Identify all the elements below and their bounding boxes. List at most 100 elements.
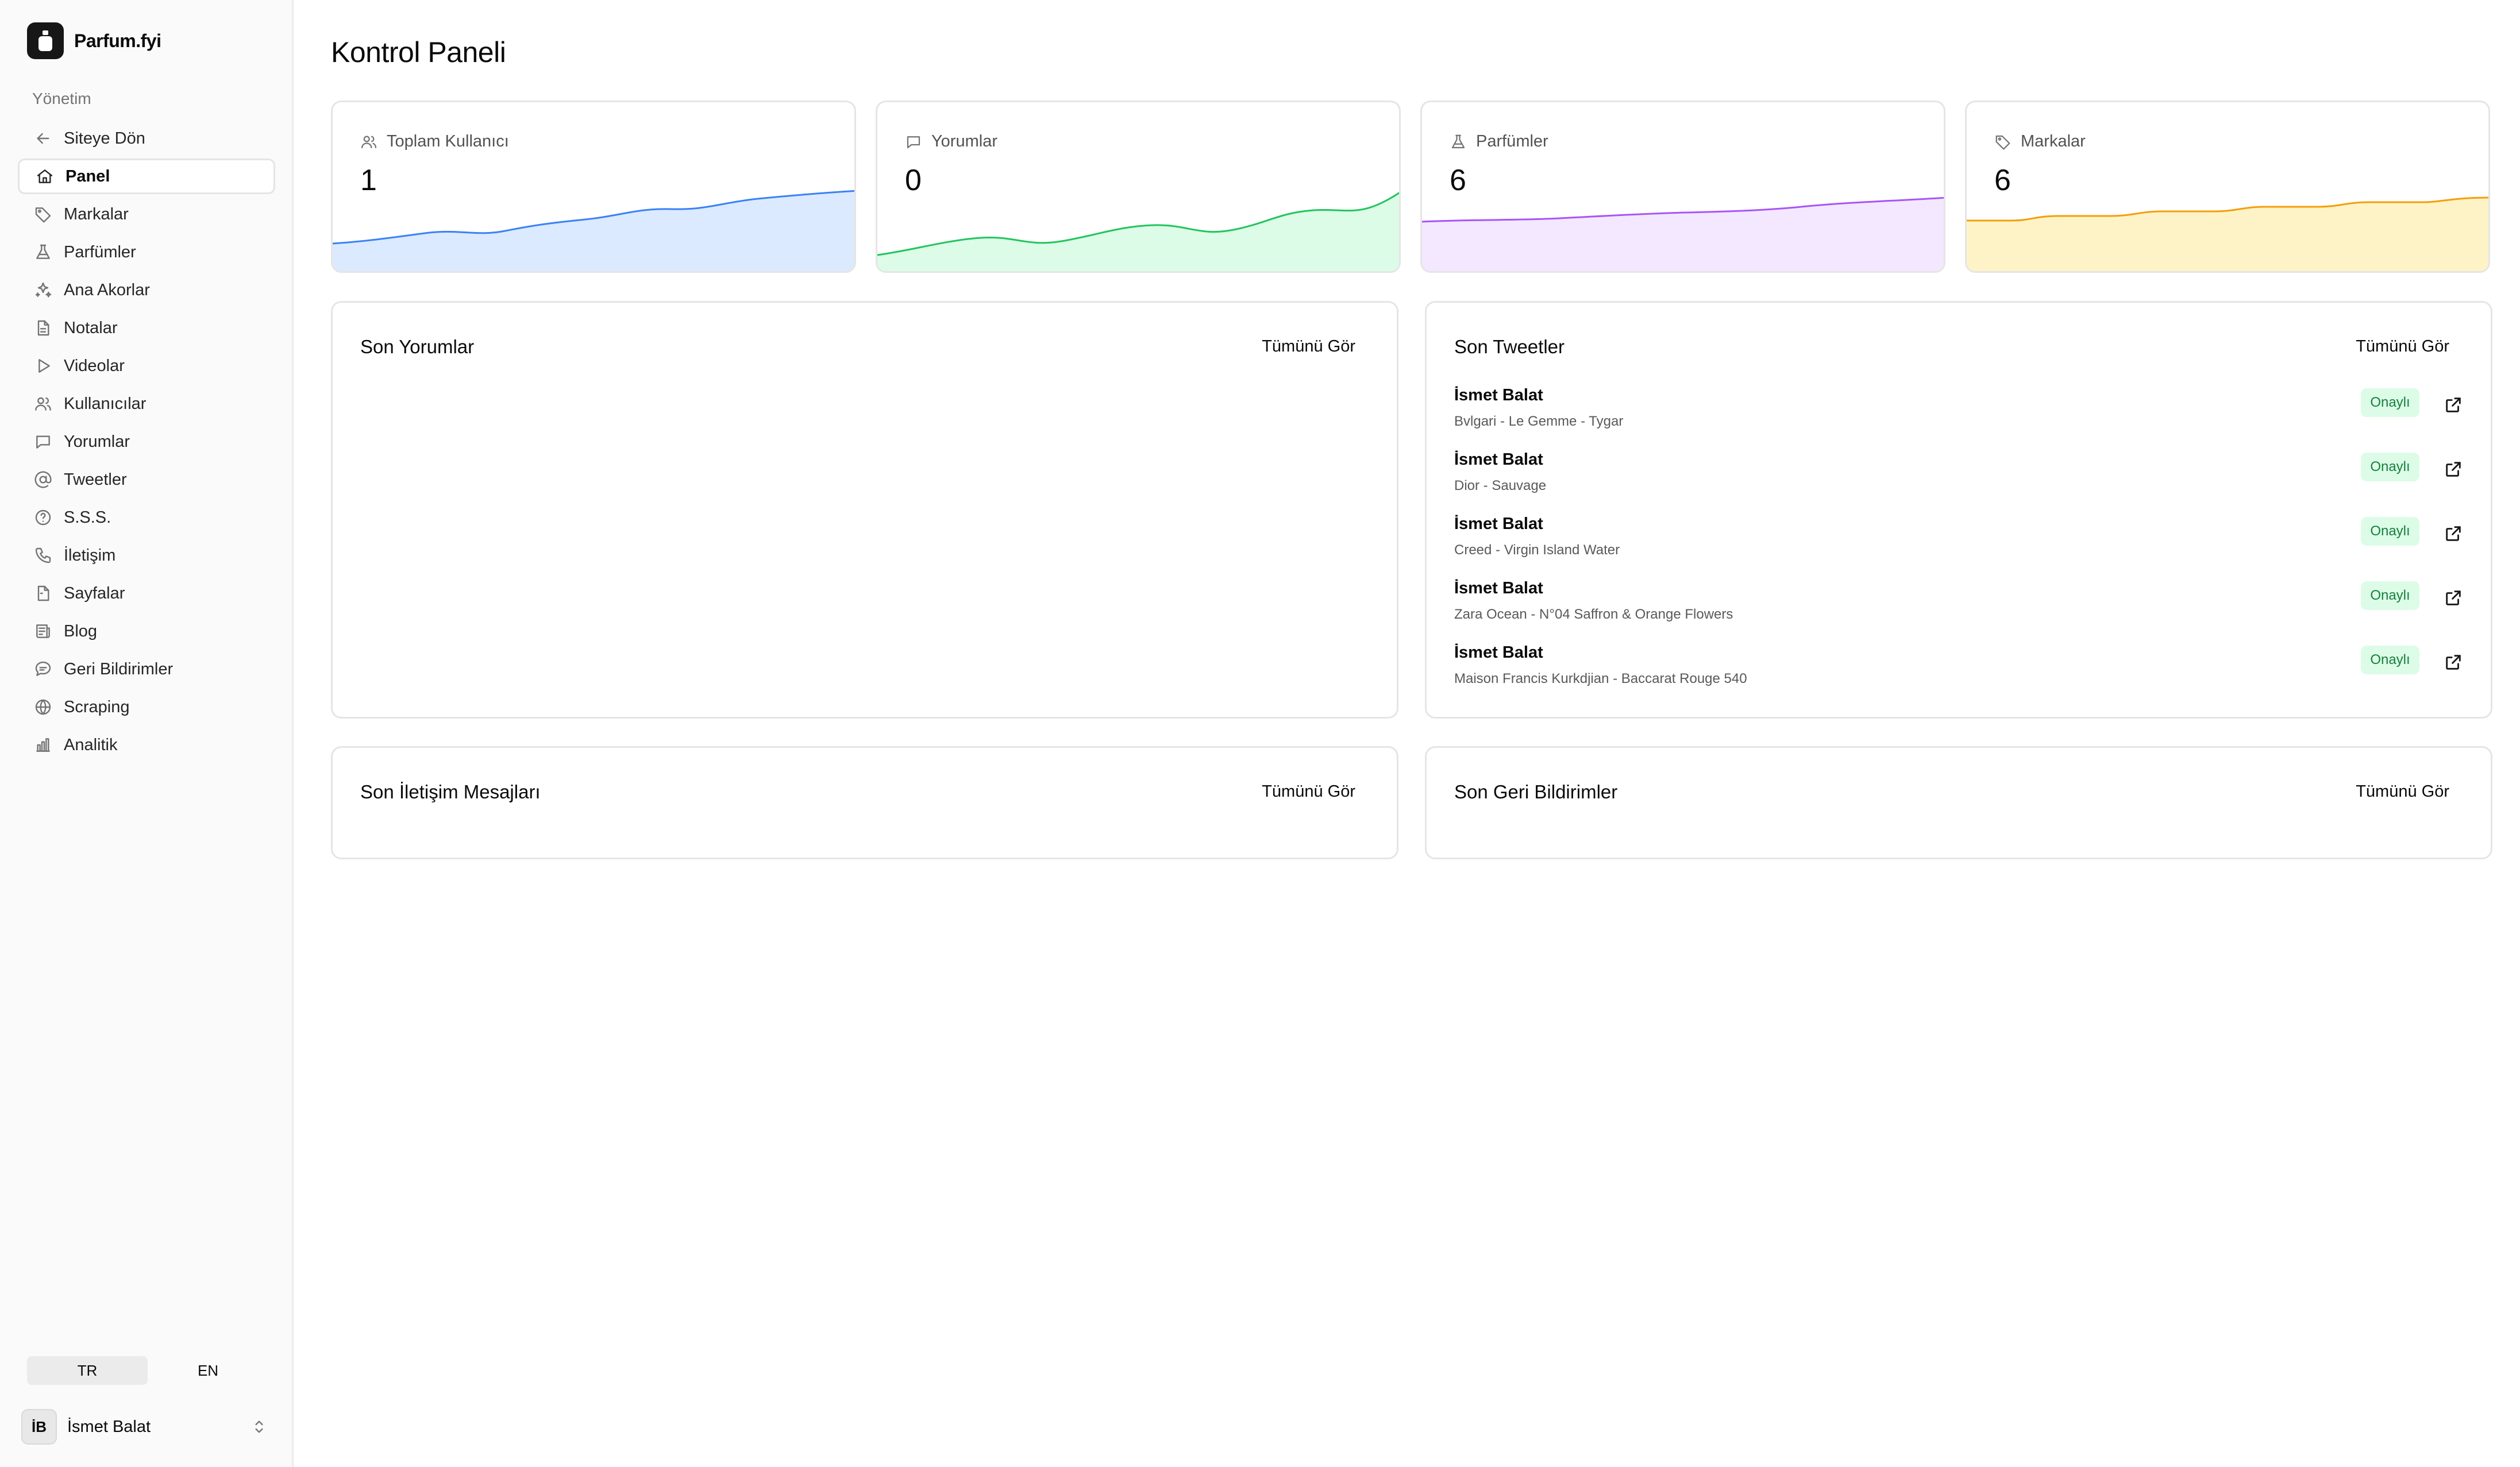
sidebar-item-label: İletişim [64,546,116,565]
view-all-feedback-link[interactable]: Tümünü Gör [2356,782,2449,801]
stat-label: Markalar [2021,132,2086,150]
panel-title: Son Geri Bildirimler [1454,781,1618,802]
app: Parfum.fyi Yönetim Siteye Dön Panel Mark… [0,0,2520,1467]
sidebar-item-label: Geri Bildirimler [64,659,174,678]
sidebar-item-main-accords[interactable]: Ana Akorlar [18,272,275,308]
sidebar-item-scraping[interactable]: Scraping [18,689,275,725]
play-icon [38,359,50,373]
tweet-author: İsmet Balat [1454,579,1543,597]
view-all-contacts-link[interactable]: Tümünü Gör [1262,782,1355,801]
recent-contacts-panel: Son İletişim Mesajları Tümünü Gör [331,746,1398,859]
status-badge: Onaylı [2361,453,2419,481]
sidebar-item-label: Blog [64,621,98,640]
language-switcher: TR EN [27,1356,268,1385]
chat-icon [36,435,50,449]
sidebar-item-panel[interactable]: Panel [18,159,275,194]
section-label: Yönetim [32,90,91,107]
sidebar-item-pages[interactable]: Sayfalar [18,576,275,611]
sidebar-item-perfumes[interactable]: Parfümler [18,234,275,270]
status-badge: Onaylı [2361,646,2419,674]
external-link-icon[interactable] [2444,395,2463,415]
phone-icon [35,547,51,563]
sidebar-item-label: S.S.S. [64,508,111,527]
stat-label: Toplam Kullanıcı [387,132,509,150]
sidebar-item-label: Panel [65,167,110,186]
sparkline-chart [877,192,1399,271]
tweet-author: İsmet Balat [1454,386,1543,404]
sidebar-item-faq[interactable]: S.S.S. [18,500,275,535]
external-link-icon[interactable] [2444,460,2463,479]
chevrons-up-down-icon [255,1420,263,1433]
perfume-bottle-icon [27,22,64,59]
panel-title: Son İletişim Mesajları [360,781,541,802]
sidebar-item-back[interactable]: Siteye Dön [18,121,275,156]
sidebar-item-label: Kullanıcılar [64,394,147,413]
sparkline-chart [1967,196,2488,271]
tweet-subtitle: Dior - Sauvage [1454,478,1547,493]
globe-icon [35,699,51,715]
bar-chart-icon [36,738,50,752]
tweet-subtitle: Maison Francis Kurkdjian - Baccarat Roug… [1454,671,1747,686]
tag-icon [35,207,51,223]
list-item: İsmet Balat Zara Ocean - N°04 Saffron & … [1454,579,2465,642]
home-icon [37,169,53,183]
sidebar-item-label: Sayfalar [64,584,125,603]
recent-comments-panel: Son Yorumlar Tümünü Gör [331,301,1398,719]
sidebar-item-blog[interactable]: Blog [18,613,275,649]
external-link-icon[interactable] [2444,653,2463,672]
sidebar-item-label: Markalar [64,204,129,223]
lang-en-button[interactable]: EN [148,1356,268,1385]
sidebar-item-analytics[interactable]: Analitik [18,727,275,763]
newspaper-icon [36,624,50,638]
recent-tweets-panel: Son Tweetler Tümünü Gör İsmet Balat Bvlg… [1425,301,2492,719]
help-icon [35,509,51,526]
stat-label: Parfümler [1476,132,1548,150]
sidebar-item-users[interactable]: Kullanıcılar [18,386,275,422]
sidebar-item-brands[interactable]: Markalar [18,196,275,232]
message-icon [35,661,51,676]
list-item: İsmet Balat Maison Francis Kurkdjian - B… [1454,643,2465,707]
tweet-subtitle: Bvlgari - Le Gemme - Tygar [1454,414,1624,429]
list-item: İsmet Balat Creed - Virgin Island Water … [1454,515,2465,578]
brand[interactable]: Parfum.fyi [27,22,161,59]
arrow-left-icon [37,133,49,144]
main-content: Kontrol Paneli Toplam Kullanıcı 1 Yoruml… [294,0,2520,1467]
external-link-icon[interactable] [2444,524,2463,543]
sparkline-chart [1422,196,1944,271]
file-icon [37,585,49,601]
sidebar-item-label: Yorumlar [64,432,130,451]
status-badge: Onaylı [2361,388,2419,417]
users-icon [35,397,51,411]
tweet-subtitle: Creed - Virgin Island Water [1454,542,1620,558]
tag-icon [1995,135,2010,150]
view-all-comments-link[interactable]: Tümünü Gör [1262,337,1355,356]
users-icon [361,136,376,148]
sparkles-icon [35,282,52,298]
user-menu[interactable]: İB İsmet Balat [21,1408,268,1446]
sidebar-item-contact[interactable]: İletişim [18,538,275,573]
sidebar-item-label: Scraping [64,697,130,716]
sidebar-item-notes[interactable]: Notalar [18,310,275,346]
sparkline-chart [333,190,854,271]
sidebar-item-comments[interactable]: Yorumlar [18,424,275,460]
panel-title: Son Tweetler [1454,336,1565,357]
flask-icon [36,244,50,259]
avatar: İB [21,1409,57,1445]
sidebar-item-tweets[interactable]: Tweetler [18,462,275,497]
view-all-tweets-link[interactable]: Tümünü Gör [2356,337,2449,356]
user-name: İsmet Balat [67,1417,151,1436]
sidebar-item-videos[interactable]: Videolar [18,348,275,384]
sidebar-item-label: Tweetler [64,470,127,489]
sidebar: Parfum.fyi Yönetim Siteye Dön Panel Mark… [0,0,294,1467]
sidebar-item-label: Siteye Dön [64,129,145,148]
stat-card-brands: Markalar 6 [1965,101,2490,273]
sidebar-item-feedback[interactable]: Geri Bildirimler [18,651,275,687]
list-item: İsmet Balat Bvlgari - Le Gemme - Tygar O… [1454,386,2465,449]
external-link-icon[interactable] [2444,588,2463,608]
list-item: İsmet Balat Dior - Sauvage Onaylı [1454,450,2465,514]
lang-tr-button[interactable]: TR [27,1356,148,1385]
stat-label: Yorumlar [931,132,997,150]
stat-card-perfumes: Parfümler 6 [1420,101,1945,273]
stat-card-users: Toplam Kullanıcı 1 [331,101,856,273]
sidebar-item-label: Notalar [64,318,118,337]
